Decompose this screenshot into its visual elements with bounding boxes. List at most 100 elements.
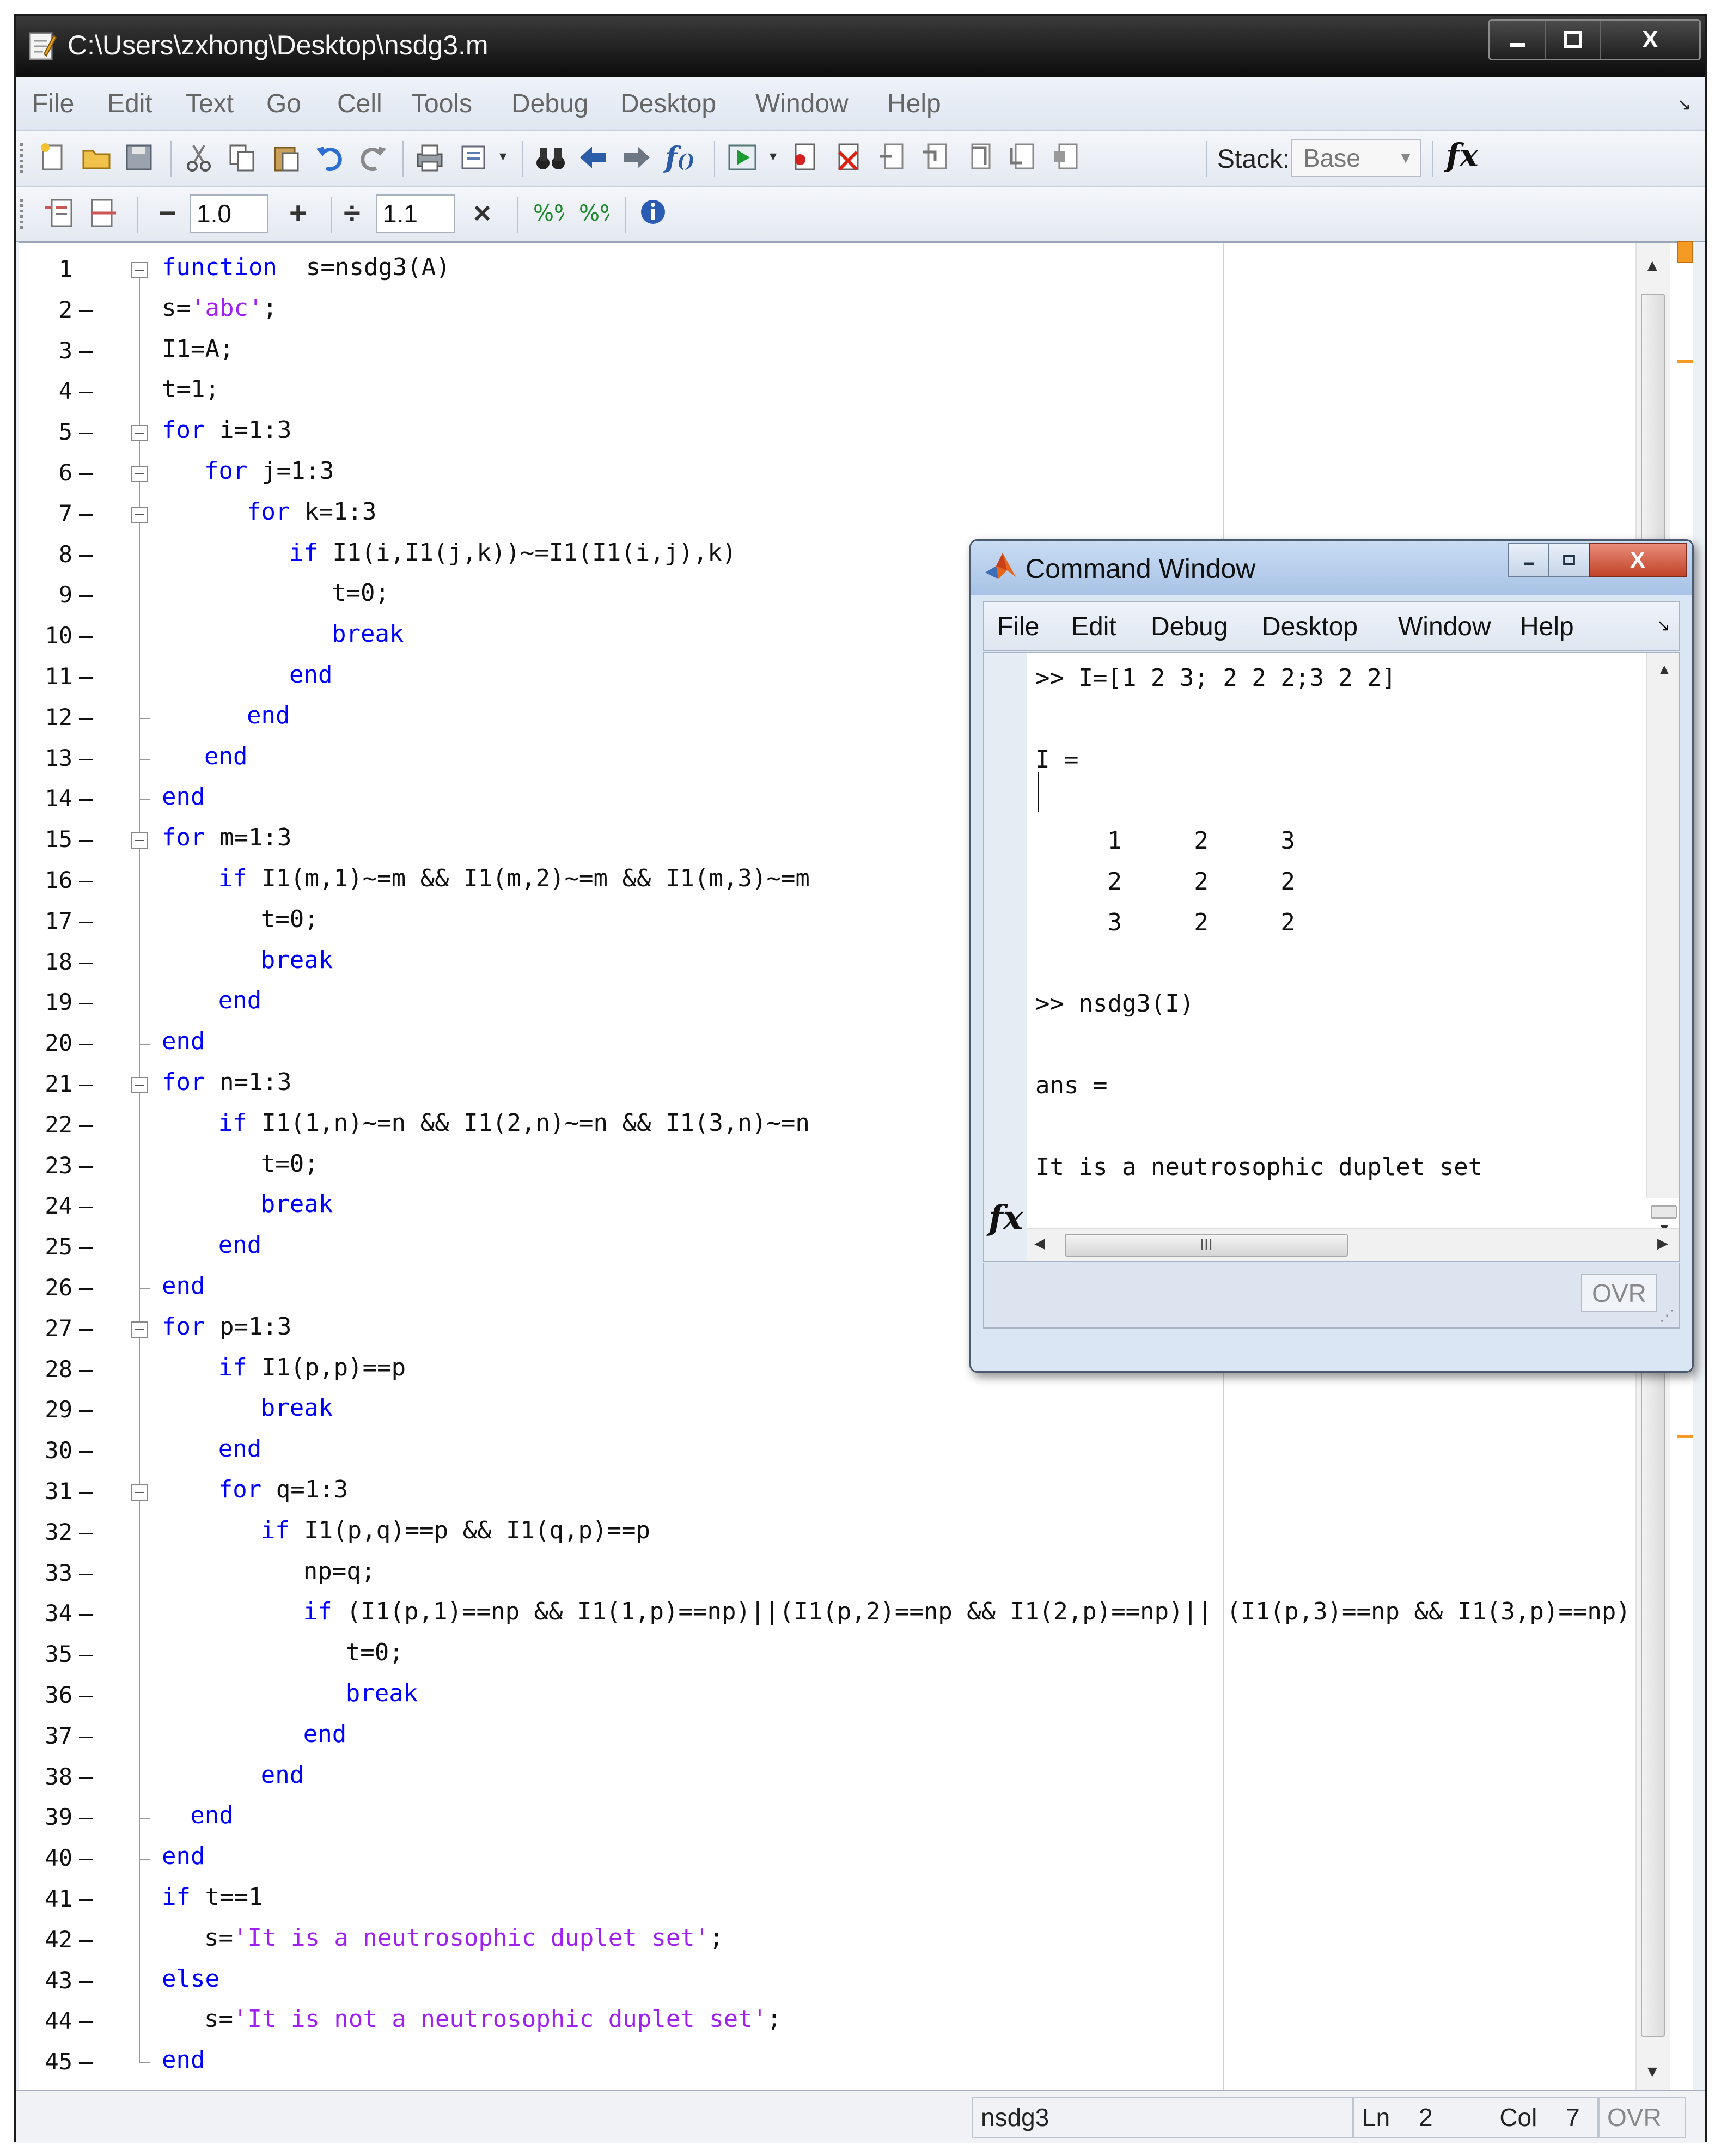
- code-line[interactable]: s='It is a neutrosophic duplet set';: [204, 1924, 724, 1952]
- maximize-button[interactable]: [1546, 21, 1601, 59]
- cut-icon[interactable]: [182, 141, 215, 174]
- code-line[interactable]: end: [303, 1720, 346, 1748]
- code-line[interactable]: for q=1:3: [218, 1476, 348, 1503]
- copy-icon[interactable]: [226, 141, 259, 174]
- redo-icon[interactable]: [357, 141, 389, 174]
- code-line[interactable]: end: [218, 1231, 261, 1259]
- dock-arrow-icon[interactable]: ↘: [1677, 95, 1691, 114]
- command-window-output[interactable]: >> I=[1 2 3; 2 2 2;3 2 2] I = 1 2 3 2 2 2…: [983, 652, 1680, 1262]
- function-browser-icon[interactable]: f(): [665, 141, 695, 174]
- cw-hscroll-thumb[interactable]: III: [1065, 1234, 1348, 1257]
- save-icon[interactable]: [123, 141, 155, 174]
- cw-close-button[interactable]: X: [1589, 543, 1687, 577]
- code-line[interactable]: for i=1:3: [162, 416, 291, 444]
- menu-go[interactable]: Go: [266, 89, 301, 119]
- code-line[interactable]: end: [162, 1027, 205, 1055]
- menu-file[interactable]: File: [32, 89, 74, 119]
- code-line[interactable]: t=1;: [162, 375, 219, 403]
- code-line[interactable]: t=0;: [346, 1639, 404, 1666]
- code-line[interactable]: for k=1:3: [247, 498, 376, 526]
- close-button[interactable]: X: [1601, 21, 1699, 59]
- scroll-down-icon[interactable]: ▼: [1644, 2063, 1661, 2081]
- undo-icon[interactable]: [313, 141, 346, 174]
- minimize-button[interactable]: [1490, 21, 1546, 59]
- warning-marker[interactable]: [1677, 1435, 1693, 1438]
- code-line[interactable]: I1=A;: [162, 335, 234, 363]
- menu-desktop[interactable]: Desktop: [620, 89, 716, 119]
- increment-button[interactable]: +: [289, 196, 307, 230]
- step-icon[interactable]: [876, 141, 909, 174]
- publish-icon[interactable]: [458, 141, 491, 174]
- code-line[interactable]: end: [204, 742, 247, 770]
- cw-menu-help[interactable]: Help: [1520, 612, 1574, 642]
- cw-scrollbar-thumb[interactable]: [1651, 1205, 1677, 1219]
- cw-menu-debug[interactable]: Debug: [1151, 612, 1228, 642]
- code-line[interactable]: for p=1:3: [162, 1313, 291, 1341]
- code-line[interactable]: if I1(p,p)==p: [218, 1354, 406, 1381]
- new-file-icon[interactable]: [36, 141, 69, 174]
- cw-menu-file[interactable]: File: [997, 612, 1039, 642]
- back-arrow-icon[interactable]: [577, 141, 609, 174]
- code-line[interactable]: for j=1:3: [204, 457, 334, 485]
- code-line[interactable]: break: [261, 946, 333, 974]
- run-dropdown-arrow-icon[interactable]: ▾: [770, 148, 777, 165]
- code-line[interactable]: for m=1:3: [162, 824, 291, 851]
- code-line[interactable]: t=0;: [261, 1150, 319, 1178]
- multiplier-value-input[interactable]: 1.1: [376, 194, 455, 233]
- toolbar-grip[interactable]: [20, 199, 23, 229]
- cw-fx-button[interactable]: fx: [988, 1198, 1023, 1238]
- cw-menu-window[interactable]: Window: [1398, 612, 1491, 642]
- code-line[interactable]: end: [218, 986, 261, 1014]
- set-breakpoint-icon[interactable]: [789, 141, 822, 174]
- evaluate-cell-icon[interactable]: %%: [531, 197, 564, 229]
- status-indicator[interactable]: [1677, 241, 1693, 263]
- code-line[interactable]: else: [162, 1965, 219, 1993]
- find-binoculars-icon[interactable]: [534, 141, 567, 174]
- open-folder-icon[interactable]: [80, 141, 113, 174]
- code-line[interactable]: end: [218, 1435, 261, 1463]
- cw-menu-edit[interactable]: Edit: [1071, 612, 1116, 642]
- code-line[interactable]: break: [261, 1394, 333, 1422]
- code-line[interactable]: end: [247, 702, 290, 729]
- code-line[interactable]: end: [289, 661, 332, 689]
- resize-grip-icon[interactable]: ⋰: [1659, 1306, 1675, 1324]
- code-line[interactable]: end: [162, 1272, 205, 1300]
- code-line[interactable]: end: [261, 1761, 304, 1789]
- forward-arrow-icon[interactable]: [620, 141, 653, 174]
- scroll-up-icon[interactable]: ▲: [1657, 661, 1671, 678]
- code-line[interactable]: s='It is not a neutrosophic duplet set';: [204, 2005, 782, 2033]
- menu-window[interactable]: Window: [755, 89, 849, 119]
- code-line[interactable]: function s=nsdg3(A): [162, 253, 450, 281]
- toolbar-grip[interactable]: [20, 143, 23, 174]
- code-line[interactable]: if I1(m,1)~=m && I1(m,2)~=m && I1(m,3)~=…: [218, 864, 810, 892]
- code-line[interactable]: t=0;: [332, 579, 389, 607]
- menu-debug[interactable]: Debug: [511, 89, 588, 119]
- cw-vertical-scrollbar[interactable]: ▲ ▼: [1646, 653, 1679, 1236]
- scroll-left-icon[interactable]: ◀: [1034, 1235, 1045, 1252]
- exit-debug-icon[interactable]: [1051, 141, 1083, 174]
- decrement-button[interactable]: −: [158, 196, 176, 230]
- dropdown-arrow-icon[interactable]: ▾: [499, 148, 506, 165]
- divide-button[interactable]: ÷: [344, 196, 361, 230]
- code-line[interactable]: if t==1: [162, 1883, 263, 1911]
- code-line[interactable]: end: [162, 1842, 205, 1870]
- multiply-button[interactable]: ×: [473, 196, 491, 230]
- paste-icon[interactable]: [270, 141, 302, 174]
- continue-icon[interactable]: [1007, 141, 1040, 174]
- evaluate-advance-icon[interactable]: %%: [577, 197, 609, 229]
- menu-edit[interactable]: Edit: [107, 89, 152, 119]
- cell-divider-icon[interactable]: [87, 197, 119, 229]
- code-line[interactable]: break: [346, 1679, 418, 1707]
- cw-horizontal-scrollbar[interactable]: ◀ III ▶: [1027, 1228, 1679, 1261]
- code-line[interactable]: for n=1:3: [162, 1068, 291, 1096]
- code-line[interactable]: if I1(1,n)~=n && I1(2,n)~=n && I1(3,n)~=…: [218, 1109, 810, 1137]
- code-line[interactable]: end: [162, 2046, 205, 2074]
- scroll-up-icon[interactable]: ▲: [1644, 257, 1661, 275]
- code-line[interactable]: break: [332, 620, 404, 648]
- fx-button[interactable]: fx: [1446, 137, 1479, 174]
- insert-cell-icon[interactable]: [43, 197, 76, 229]
- cw-minimize-button[interactable]: [1508, 543, 1549, 577]
- step-out-icon[interactable]: [963, 141, 996, 174]
- code-line[interactable]: t=0;: [261, 905, 319, 933]
- warning-marker[interactable]: [1677, 360, 1693, 363]
